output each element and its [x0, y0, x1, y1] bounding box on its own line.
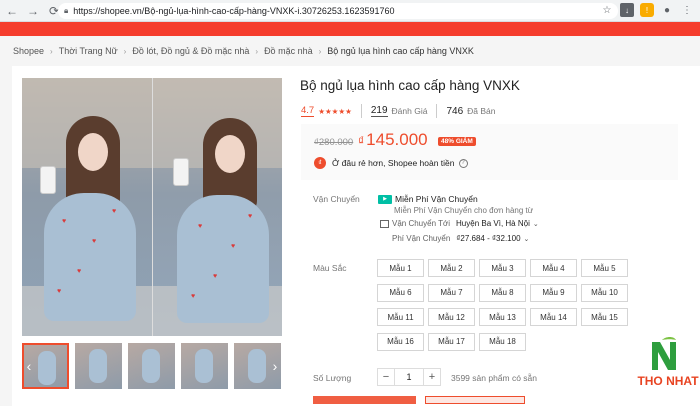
- stock-available: 3599 sản phẩm có sẵn: [451, 373, 538, 383]
- profile-icon[interactable]: ●: [660, 3, 674, 17]
- address-bar[interactable]: 🔒︎ https://shopee.vn/Bộ-ngủ-lụa-hình-cao…: [58, 3, 618, 19]
- currency-symbol: ₫: [358, 134, 365, 148]
- chevron-right-icon: ›: [255, 46, 259, 56]
- shipping-fee-label: Phí Vận Chuyển: [392, 234, 451, 243]
- menu-icon[interactable]: ⋮: [680, 3, 694, 17]
- quantity-label: Số Lượng: [313, 373, 352, 383]
- bookmark-star-icon[interactable]: ☆: [600, 3, 614, 17]
- color-option[interactable]: Mẫu 15: [581, 308, 628, 326]
- product-title: Bộ ngủ lụa hình cao cấp hàng VNXK: [300, 78, 520, 93]
- color-option[interactable]: Mẫu 1: [377, 259, 424, 277]
- color-option[interactable]: Mẫu 5: [581, 259, 628, 277]
- thumbnail[interactable]: [181, 343, 228, 389]
- lock-icon: 🔒︎: [64, 6, 69, 15]
- tho-nhat-logo-icon: [652, 337, 676, 370]
- sale-price: ₫ 145.000: [358, 130, 428, 150]
- free-shipping-title: ▶ Miễn Phí Vận Chuyển: [378, 194, 478, 204]
- original-price: ₫280.000: [314, 137, 354, 148]
- extension-icon[interactable]: !: [640, 3, 654, 17]
- shipping-destination[interactable]: Vận Chuyển Tới Huyện Ba Vì, Hà Nội ⌄: [380, 219, 539, 228]
- chevron-down-icon: ⌄: [523, 235, 530, 243]
- color-option[interactable]: Mẫu 7: [428, 283, 475, 302]
- color-label: Màu Sắc: [313, 263, 347, 273]
- breadcrumb-item[interactable]: Đồ lót, Đồ ngủ & Đồ mặc nhà: [132, 46, 249, 56]
- shipping-fee-value: ₫27.684 - ₫32.100: [456, 234, 521, 243]
- price-guarantee[interactable]: ₫ Ở đâu rẻ hơn, Shopee hoàn tiền ?: [314, 157, 468, 169]
- color-option[interactable]: Mẫu 12: [428, 308, 475, 326]
- free-shipping-truck-icon: ▶: [378, 194, 392, 204]
- add-to-cart-button[interactable]: [313, 396, 416, 404]
- color-option[interactable]: Mẫu 11: [377, 308, 424, 326]
- buy-now-button[interactable]: [425, 396, 525, 404]
- chevron-right-icon: ›: [50, 46, 53, 56]
- breadcrumb-item[interactable]: Đồ mặc nhà: [264, 46, 313, 56]
- quantity-increase-button[interactable]: +: [423, 368, 441, 386]
- chevron-left-icon[interactable]: ‹: [22, 356, 36, 376]
- quantity-input[interactable]: 1: [395, 368, 423, 386]
- thumbnail[interactable]: [75, 343, 122, 389]
- color-option[interactable]: Mẫu 8: [479, 283, 526, 302]
- sold-count: 746: [446, 105, 464, 117]
- chevron-right-icon: ›: [318, 46, 322, 56]
- watermark-logo: THO NHAT: [628, 336, 700, 400]
- chevron-right-icon: ›: [123, 46, 127, 56]
- color-option[interactable]: Mẫu 9: [530, 283, 577, 302]
- color-option[interactable]: Mẫu 4: [530, 259, 577, 277]
- watermark-text: THO NHAT: [637, 374, 699, 388]
- shipping-label: Vận Chuyển: [313, 194, 360, 204]
- shipping-to-value: Huyện Ba Vì, Hà Nội: [456, 219, 530, 228]
- star-rating-icon: ★★★★★: [318, 106, 352, 116]
- shipping-fee[interactable]: Phí Vận Chuyển ₫27.684 - ₫32.100 ⌄: [392, 234, 529, 243]
- chevron-right-icon[interactable]: ›: [268, 356, 282, 376]
- cheap-guarantee-icon: ₫: [314, 157, 326, 169]
- free-shipping-subtitle: Miễn Phí Vận Chuyển cho đơn hàng từ: [394, 206, 534, 215]
- browser-toolbar: ← → ⟳ 🔒︎ https://shopee.vn/Bộ-ngủ-lụa-hì…: [0, 0, 700, 22]
- thumbnail-strip: [22, 343, 282, 391]
- breadcrumb-item[interactable]: Shopee: [13, 46, 44, 56]
- shipping-to-label: Vận Chuyển Tới: [392, 219, 451, 228]
- sale-price-value: 145.000: [366, 130, 428, 149]
- shopee-header-strip: [0, 22, 700, 36]
- forward-icon[interactable]: →: [24, 2, 42, 20]
- rating-value[interactable]: 4.7: [301, 105, 315, 117]
- chevron-down-icon: ⌄: [532, 220, 539, 228]
- product-stats: 4.7 ★★★★★ 219 Đánh Giá 746 Đã Bán: [301, 104, 496, 118]
- color-option[interactable]: Mẫu 18: [479, 332, 526, 351]
- color-option[interactable]: Mẫu 13: [479, 308, 526, 326]
- ratings-label: Đánh Giá: [391, 106, 428, 116]
- download-icon[interactable]: ↓: [620, 3, 634, 17]
- color-option[interactable]: Mẫu 6: [377, 283, 424, 302]
- color-option[interactable]: Mẫu 3: [479, 259, 526, 277]
- back-icon[interactable]: ←: [3, 2, 21, 20]
- quantity-stepper: − 1 +: [377, 368, 441, 386]
- truck-icon: [380, 219, 389, 228]
- product-main-image[interactable]: ♥ ♥ ♥ ♥ ♥ ♥ ♥ ♥ ♥ ♥: [22, 78, 282, 336]
- breadcrumb-current: Bộ ngủ lụa hình cao cấp hàng VNXK: [327, 46, 474, 56]
- color-option[interactable]: Mẫu 14: [530, 308, 577, 326]
- quantity-decrease-button[interactable]: −: [377, 368, 395, 386]
- color-option[interactable]: Mẫu 2: [428, 259, 475, 277]
- color-option[interactable]: Mẫu 10: [581, 283, 628, 302]
- free-shipping-text: Miễn Phí Vận Chuyển: [395, 194, 478, 204]
- thumbnail[interactable]: [128, 343, 175, 389]
- price-guarantee-text: Ở đâu rẻ hơn, Shopee hoàn tiền: [332, 158, 455, 168]
- sold-label: Đã Bán: [467, 106, 496, 116]
- breadcrumb-item[interactable]: Thời Trang Nữ: [59, 46, 118, 56]
- photo-right-panel: ♥ ♥ ♥ ♥ ♥: [152, 78, 282, 336]
- color-option[interactable]: Mẫu 17: [428, 332, 475, 351]
- price-box: ₫280.000 ₫ 145.000 48% GIẢM ₫ Ở đâu rẻ hơ…: [301, 124, 678, 180]
- ratings-count[interactable]: 219: [370, 105, 388, 117]
- help-icon[interactable]: ?: [458, 158, 468, 168]
- discount-badge: 48% GIẢM: [438, 137, 476, 146]
- url-text: https://shopee.vn/Bộ-ngủ-lụa-hình-cao-cấ…: [73, 6, 395, 16]
- breadcrumb: Shopee › Thời Trang Nữ › Đồ lót, Đồ ngủ …: [13, 46, 474, 56]
- color-option[interactable]: Mẫu 16: [377, 332, 424, 351]
- photo-left-panel: ♥ ♥ ♥ ♥ ♥: [22, 78, 152, 336]
